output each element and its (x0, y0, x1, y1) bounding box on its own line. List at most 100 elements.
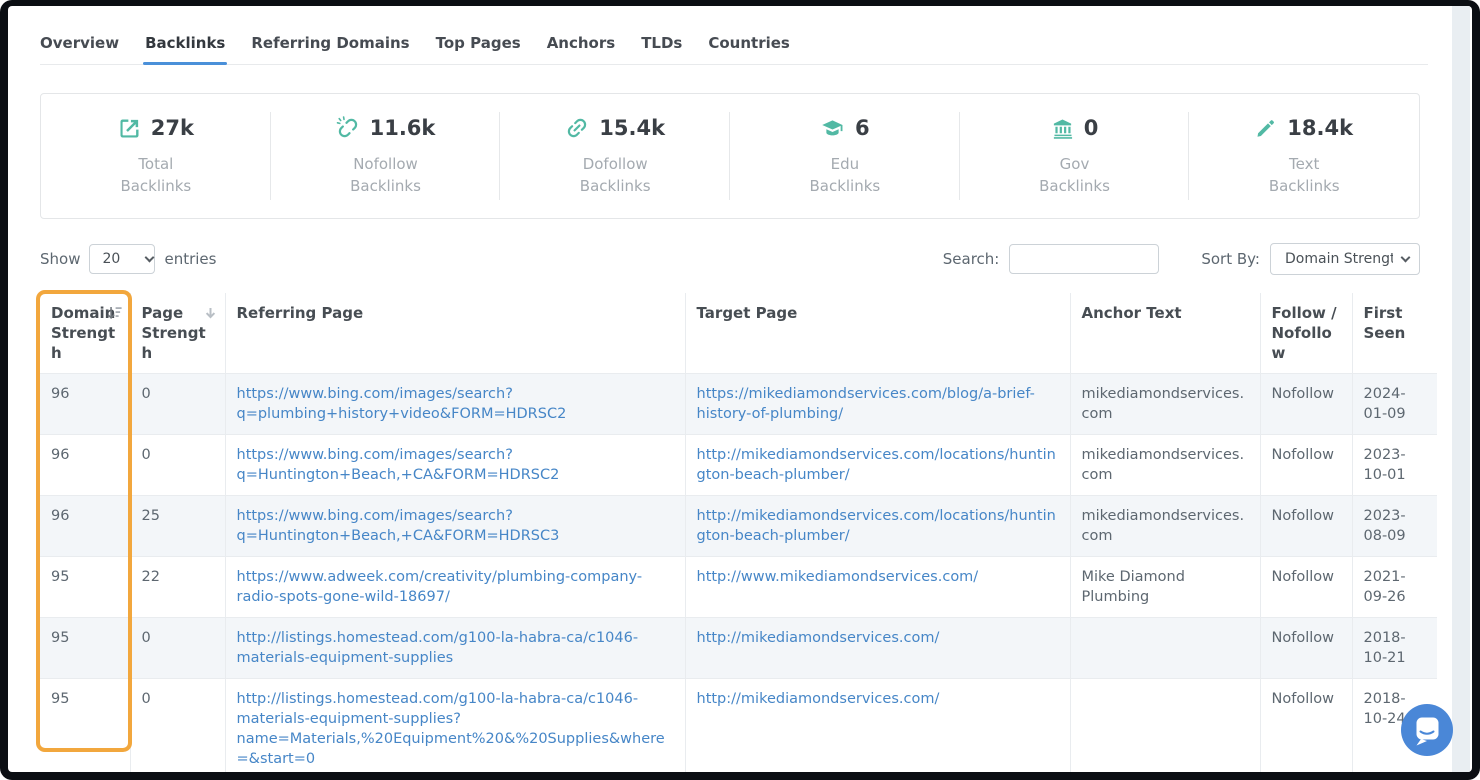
cell-page-strength: 22 (130, 557, 225, 618)
stat-value: 11.6k (370, 116, 436, 140)
tab-countries[interactable]: Countries (708, 34, 789, 52)
sort-by-label: Sort By: (1201, 250, 1260, 268)
cell-domain-strength: 95 (40, 618, 130, 679)
cell-referring-page: http://listings.homestead.com/g100-la-ha… (225, 618, 685, 679)
table-row: 96 25 https://www.bing.com/images/search… (40, 496, 1437, 557)
cell-follow-nofollow: Nofollow (1260, 374, 1352, 435)
pencil-icon (1255, 117, 1277, 139)
tab-referring-domains[interactable]: Referring Domains (251, 34, 409, 52)
referring-page-link[interactable]: http://listings.homestead.com/g100-la-ha… (237, 691, 665, 767)
referring-page-link[interactable]: https://www.bing.com/images/search?q=plu… (237, 386, 567, 422)
cell-page-strength: 0 (130, 374, 225, 435)
target-page-link[interactable]: http://mikediamondservices.com/locations… (697, 447, 1056, 483)
cell-domain-strength: 96 (40, 435, 130, 496)
cell-target-page: http://mikediamondservices.com/locations… (685, 496, 1070, 557)
referring-page-link[interactable]: https://www.bing.com/images/search?q=Hun… (237, 508, 560, 544)
cell-domain-strength: 95 (40, 679, 130, 773)
cell-anchor-text: mikediamondservices.com (1070, 374, 1260, 435)
cell-referring-page: https://www.bing.com/images/search?q=Hun… (225, 435, 685, 496)
table-row: 95 0 http://listings.homestead.com/g100-… (40, 618, 1437, 679)
stat-value: 27k (151, 116, 194, 140)
link-icon (565, 116, 589, 140)
target-page-link[interactable]: http://mikediamondservices.com/ (697, 630, 940, 646)
column-header-follow-nofollow[interactable]: Follow / Nofollow (1260, 293, 1352, 374)
cell-anchor-text: mikediamondservices.com (1070, 435, 1260, 496)
cell-follow-nofollow: Nofollow (1260, 618, 1352, 679)
vertical-scrollbar[interactable] (1452, 6, 1470, 772)
cell-first-seen: 2024-01-09 (1352, 374, 1437, 435)
tab-top-pages[interactable]: Top Pages (436, 34, 521, 52)
target-page-link[interactable]: http://www.mikediamondservices.com/ (697, 569, 979, 585)
window-frame: Overview Backlinks Referring Domains Top… (0, 0, 1480, 780)
stat-label: TextBacklinks (1189, 153, 1419, 197)
cell-domain-strength: 95 (40, 557, 130, 618)
stat-label: DofollowBacklinks (500, 153, 730, 197)
cell-referring-page: http://listings.homestead.com/g100-la-ha… (225, 679, 685, 773)
page-size-select[interactable]: 20 (89, 244, 155, 274)
entries-label: entries (164, 250, 216, 268)
cell-page-strength: 0 (130, 618, 225, 679)
stat-nofollow-backlinks: 11.6k NofollowBacklinks (271, 94, 501, 218)
cell-anchor-text: Mike Diamond Plumbing (1070, 557, 1260, 618)
arrow-down-icon[interactable] (204, 305, 217, 325)
tab-anchors[interactable]: Anchors (547, 34, 616, 52)
stat-value: 18.4k (1287, 116, 1353, 140)
table-body: 96 0 https://www.bing.com/images/search?… (40, 374, 1437, 773)
cell-target-page: https://mikediamondservices.com/blog/a-b… (685, 374, 1070, 435)
target-page-link[interactable]: https://mikediamondservices.com/blog/a-b… (697, 386, 1035, 422)
cell-first-seen: 2023-10-01 (1352, 435, 1437, 496)
column-header-target-page[interactable]: Target Page (685, 293, 1070, 374)
cell-first-seen: 2018-10-21 (1352, 618, 1437, 679)
search-label: Search: (943, 250, 1000, 268)
cell-referring-page: https://www.adweek.com/creativity/plumbi… (225, 557, 685, 618)
tab-tlds[interactable]: TLDs (641, 34, 682, 52)
table-controls: Show 20 entries Search: Sort By: Domain … (40, 243, 1420, 275)
cell-follow-nofollow: Nofollow (1260, 557, 1352, 618)
target-page-link[interactable]: http://mikediamondservices.com/locations… (697, 508, 1056, 544)
cell-anchor-text (1070, 679, 1260, 773)
table-row: 95 0 http://listings.homestead.com/g100-… (40, 679, 1437, 773)
cell-target-page: http://www.mikediamondservices.com/ (685, 557, 1070, 618)
cell-anchor-text: mikediamondservices.com (1070, 496, 1260, 557)
referring-page-link[interactable]: https://www.bing.com/images/search?q=Hun… (237, 447, 560, 483)
landmark-icon (1051, 117, 1074, 140)
referring-page-link[interactable]: http://listings.homestead.com/g100-la-ha… (237, 630, 639, 666)
table-row: 95 22 https://www.adweek.com/creativity/… (40, 557, 1437, 618)
stat-label: NofollowBacklinks (271, 153, 501, 197)
cell-follow-nofollow: Nofollow (1260, 435, 1352, 496)
stat-total-backlinks: 27k TotalBacklinks (41, 94, 271, 218)
backlinks-table: Domain Strength Page Strength (40, 293, 1437, 772)
column-header-domain-strength[interactable]: Domain Strength (40, 293, 130, 374)
cell-follow-nofollow: Nofollow (1260, 679, 1352, 773)
sort-by-select[interactable]: Domain Strength (1270, 243, 1420, 275)
table-header-row: Domain Strength Page Strength (40, 293, 1437, 374)
tab-backlinks[interactable]: Backlinks (145, 34, 225, 52)
stat-text-backlinks: 18.4k TextBacklinks (1189, 94, 1419, 218)
cell-page-strength: 0 (130, 435, 225, 496)
target-page-link[interactable]: http://mikediamondservices.com/ (697, 691, 940, 707)
column-header-referring-page[interactable]: Referring Page (225, 293, 685, 374)
cell-domain-strength: 96 (40, 496, 130, 557)
cell-referring-page: https://www.bing.com/images/search?q=plu… (225, 374, 685, 435)
chat-launcher-button[interactable] (1400, 703, 1454, 757)
column-header-anchor-text[interactable]: Anchor Text (1070, 293, 1260, 374)
unlink-icon (336, 116, 360, 140)
referring-page-link[interactable]: https://www.adweek.com/creativity/plumbi… (237, 569, 643, 605)
cell-target-page: http://mikediamondservices.com/locations… (685, 435, 1070, 496)
graduation-cap-icon (820, 117, 845, 140)
column-header-first-seen[interactable]: First Seen (1352, 293, 1437, 374)
tab-overview[interactable]: Overview (40, 34, 119, 52)
column-header-page-strength[interactable]: Page Strength (130, 293, 225, 374)
cell-first-seen: 2021-09-26 (1352, 557, 1437, 618)
cell-target-page: http://mikediamondservices.com/ (685, 618, 1070, 679)
sort-amount-desc-icon[interactable] (107, 305, 122, 325)
show-label: Show (40, 250, 80, 268)
cell-target-page: http://mikediamondservices.com/ (685, 679, 1070, 773)
cell-first-seen: 2023-08-09 (1352, 496, 1437, 557)
stat-value: 6 (855, 116, 870, 140)
search-input[interactable] (1009, 244, 1159, 274)
backlink-stats-card: 27k TotalBacklinks (40, 93, 1420, 219)
stat-edu-backlinks: 6 EduBacklinks (730, 94, 960, 218)
stat-label: EduBacklinks (730, 153, 960, 197)
cell-anchor-text (1070, 618, 1260, 679)
